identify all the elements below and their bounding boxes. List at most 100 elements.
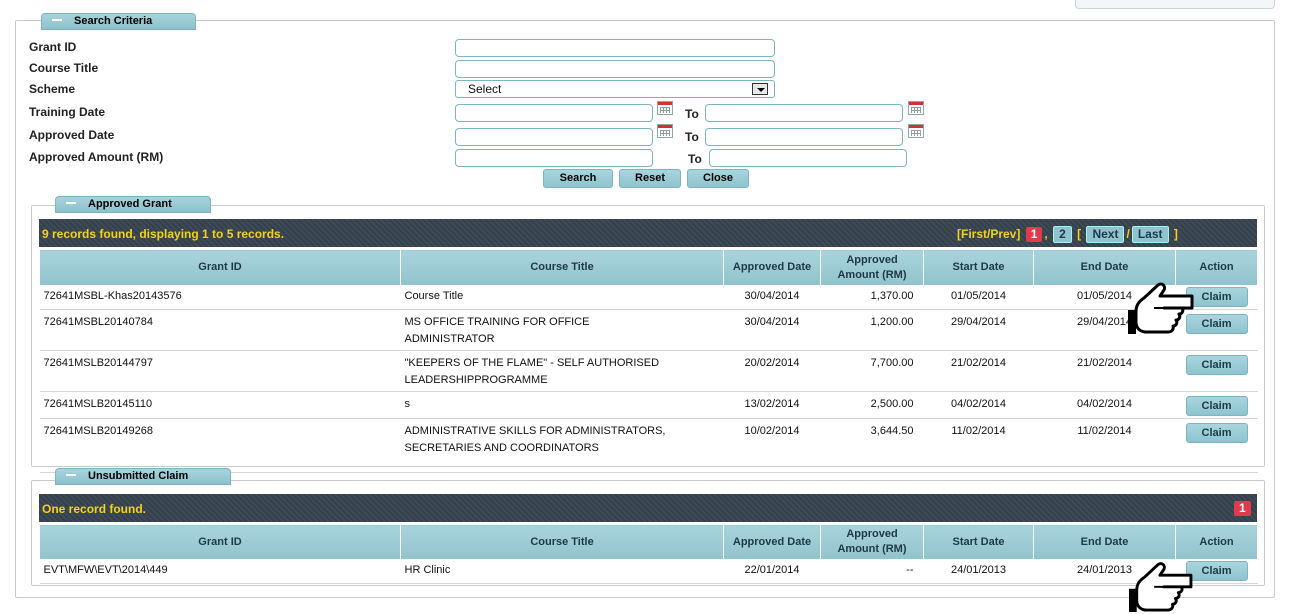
- pager-bracket-open: [: [1077, 227, 1082, 241]
- approved-date-to-input[interactable]: [705, 128, 903, 146]
- unsubmitted-claim-pager: 1: [1232, 501, 1253, 516]
- column-header-approved-date[interactable]: Approved Date: [723, 524, 821, 560]
- approved-amount-cell: 2,500.00: [820, 391, 924, 419]
- approved-grant-table: Grant ID Course Title Approved Date Appr…: [39, 249, 1258, 473]
- claim-button[interactable]: Claim: [1185, 314, 1248, 334]
- claim-button[interactable]: Claim: [1185, 355, 1248, 375]
- calendar-icon[interactable]: [657, 101, 673, 115]
- collapse-icon: [66, 202, 76, 205]
- claim-button[interactable]: Claim: [1185, 396, 1248, 416]
- grant-id-cell: 72641MSBL-Khas20143576: [39, 285, 401, 310]
- unsubmitted-claim-legend[interactable]: Unsubmitted Claim: [55, 468, 231, 485]
- calendar-icon[interactable]: [908, 124, 924, 138]
- scheme-select[interactable]: Select: [455, 80, 775, 98]
- action-cell: Claim: [1175, 391, 1258, 419]
- start-date-cell: 24/01/2013: [923, 559, 1034, 584]
- column-header-grant-id[interactable]: Grant ID: [39, 524, 401, 560]
- calendar-icon[interactable]: [908, 101, 924, 115]
- reset-button[interactable]: Reset: [619, 169, 681, 188]
- column-header-approved-amount[interactable]: Approved Amount (RM): [820, 524, 924, 560]
- start-date-cell: 11/02/2014: [923, 418, 1034, 473]
- training-date-from-input[interactable]: [455, 104, 653, 122]
- column-header-start-date[interactable]: Start Date: [923, 524, 1034, 560]
- course-title-cell: ADMINISTRATIVE SKILLS FOR ADMINISTRATORS…: [400, 418, 724, 473]
- approved-amount-label: Approved Amount (RM): [29, 150, 164, 164]
- training-date-to-input[interactable]: [705, 104, 903, 122]
- page-2-link[interactable]: 2: [1053, 226, 1072, 243]
- grant-id-input[interactable]: [455, 39, 775, 57]
- approved-grant-legend[interactable]: Approved Grant: [55, 196, 211, 213]
- end-date-cell: 11/02/2014: [1033, 418, 1176, 473]
- table-row: 72641MSBL20140784 MS OFFICE TRAINING FOR…: [39, 309, 1258, 351]
- close-button[interactable]: Close: [687, 169, 749, 188]
- approved-amount-cell: 1,200.00: [820, 309, 924, 351]
- column-header-course-title[interactable]: Course Title: [400, 524, 724, 560]
- approved-date-cell: 30/04/2014: [723, 309, 821, 351]
- column-header-approved-date[interactable]: Approved Date: [723, 249, 821, 286]
- approved-amount-cell: 1,370.00: [820, 285, 924, 310]
- page-1-link[interactable]: 1: [1234, 501, 1251, 516]
- training-date-label: Training Date: [29, 105, 106, 119]
- approved-date-cell: 13/02/2014: [723, 391, 821, 419]
- approved-date-from-input[interactable]: [455, 128, 653, 146]
- scheme-selected-value: Select: [468, 82, 502, 96]
- training-date-to-label: To: [685, 107, 699, 121]
- search-button[interactable]: Search: [543, 169, 613, 188]
- approved-date-cell: 22/01/2014: [723, 559, 821, 584]
- course-title-label: Course Title: [29, 61, 99, 75]
- hand-pointer-icon: [1129, 562, 1193, 612]
- approved-date-cell: 20/02/2014: [723, 350, 821, 392]
- course-title-cell: HR Clinic: [400, 559, 724, 584]
- column-header-start-date[interactable]: Start Date: [923, 249, 1034, 286]
- pager-bracket-close: ]: [1173, 227, 1178, 241]
- approved-amount-to-label: To: [688, 152, 702, 166]
- first-prev-link[interactable]: [First/Prev]: [957, 227, 1020, 241]
- approved-amount-from-input[interactable]: [455, 149, 653, 167]
- start-date-cell: 21/02/2014: [923, 350, 1034, 392]
- course-title-cell: Course Title: [400, 285, 724, 310]
- table-row: EVT\MFW\EVT\2014\449 HR Clinic 22/01/201…: [39, 559, 1258, 584]
- unsubmitted-claim-table: Grant ID Course Title Approved Date Appr…: [39, 524, 1258, 584]
- hand-pointer-icon: [1128, 282, 1194, 334]
- approved-grant-pager: [First/Prev] 1, 2 [ Next / Last ]: [957, 226, 1178, 243]
- grant-id-cell: 72641MSLB20144797: [39, 350, 401, 392]
- column-header-grant-id[interactable]: Grant ID: [39, 249, 401, 286]
- collapse-icon: [66, 474, 76, 477]
- grant-id-cell: 72641MSLB20149268: [39, 418, 401, 473]
- table-row: 72641MSLB20149268 ADMINISTRATIVE SKILLS …: [39, 418, 1258, 473]
- approved-date-to-label: To: [685, 130, 699, 144]
- course-title-cell: "KEEPERS OF THE FLAME" - SELF AUTHORISED…: [400, 350, 724, 392]
- course-title-input[interactable]: [455, 60, 775, 78]
- unsubmitted-claim-record-count: One record found.: [42, 502, 147, 516]
- approved-amount-cell: 3,644.50: [820, 418, 924, 473]
- claim-button[interactable]: Claim: [1185, 423, 1248, 443]
- approved-date-label: Approved Date: [29, 128, 115, 142]
- last-page-link[interactable]: Last: [1131, 226, 1169, 243]
- course-title-cell: MS OFFICE TRAINING FOR OFFICE ADMINISTRA…: [400, 309, 724, 351]
- column-header-approved-amount[interactable]: Approved Amount (RM): [820, 249, 924, 286]
- grant-id-cell: 72641MSBL20140784: [39, 309, 401, 351]
- column-header-course-title[interactable]: Course Title: [400, 249, 724, 286]
- start-date-cell: 01/05/2014: [923, 285, 1034, 310]
- table-header-row: Grant ID Course Title Approved Date Appr…: [39, 249, 1258, 286]
- start-date-cell: 04/02/2014: [923, 391, 1034, 419]
- approved-date-cell: 30/04/2014: [723, 285, 821, 310]
- approved-grant-record-count: 9 records found, displaying 1 to 5 recor…: [42, 227, 285, 241]
- next-page-link[interactable]: Next: [1086, 226, 1125, 243]
- approved-date-cell: 10/02/2014: [723, 418, 821, 473]
- claim-button[interactable]: Claim: [1185, 561, 1248, 581]
- search-criteria-legend[interactable]: Search Criteria: [41, 13, 196, 30]
- approved-amount-to-input[interactable]: [709, 149, 907, 167]
- top-right-box: [1075, 0, 1275, 9]
- page-1-link[interactable]: 1: [1025, 227, 1043, 242]
- approved-amount-cell: --: [820, 559, 924, 584]
- grant-id-cell: 72641MSLB20145110: [39, 391, 401, 419]
- claim-button[interactable]: Claim: [1185, 287, 1248, 307]
- end-date-cell: 04/02/2014: [1033, 391, 1176, 419]
- action-cell: Claim: [1175, 418, 1258, 473]
- grant-id-label: Grant ID: [29, 40, 77, 54]
- collapse-icon: [52, 19, 62, 22]
- chevron-down-icon[interactable]: [752, 83, 768, 95]
- calendar-icon[interactable]: [657, 124, 673, 138]
- table-row: 72641MSLB20145110 s 13/02/2014 2,500.00 …: [39, 391, 1258, 419]
